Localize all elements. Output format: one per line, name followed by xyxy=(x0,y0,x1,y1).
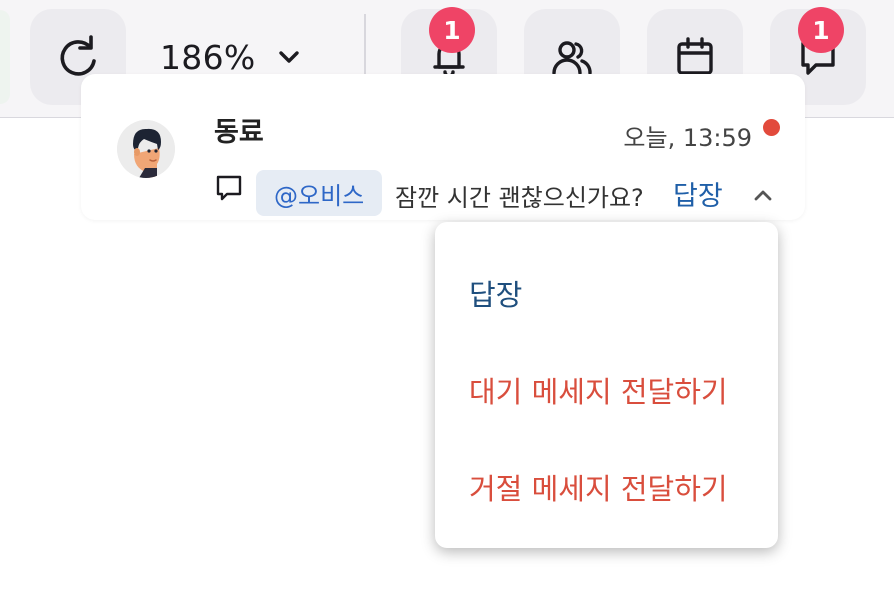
person-avatar-icon xyxy=(117,120,175,178)
menu-item-send-decline-message[interactable]: 거절 메세지 전달하기 xyxy=(469,466,728,508)
menu-item-send-wait-message[interactable]: 대기 메세지 전달하기 xyxy=(469,369,728,411)
chevron-up-icon[interactable] xyxy=(751,183,775,207)
toolbar-left-edge xyxy=(0,10,10,104)
notification-card[interactable]: 동료 오늘, 13:59 @오비스 잠깐 시간 괜찮으신가요? 답장 xyxy=(81,74,805,220)
unread-indicator xyxy=(763,119,780,136)
zoom-value: 186% xyxy=(160,37,256,77)
notification-badge: 1 xyxy=(429,7,475,53)
timestamp: 오늘, 13:59 xyxy=(623,124,752,152)
comment-icon xyxy=(216,175,242,201)
messages-badge: 1 xyxy=(798,7,844,53)
mention-tag[interactable]: @오비스 xyxy=(256,170,383,216)
message-text: 잠깐 시간 괜찮으신가요? xyxy=(395,184,644,212)
sender-name: 동료 xyxy=(214,117,264,148)
menu-item-reply[interactable]: 답장 xyxy=(469,272,522,314)
reply-options-menu: 답장 대기 메세지 전달하기 거절 메세지 전달하기 xyxy=(435,222,778,548)
chevron-down-icon xyxy=(278,51,299,63)
reply-link[interactable]: 답장 xyxy=(673,174,723,213)
avatar xyxy=(117,120,175,178)
